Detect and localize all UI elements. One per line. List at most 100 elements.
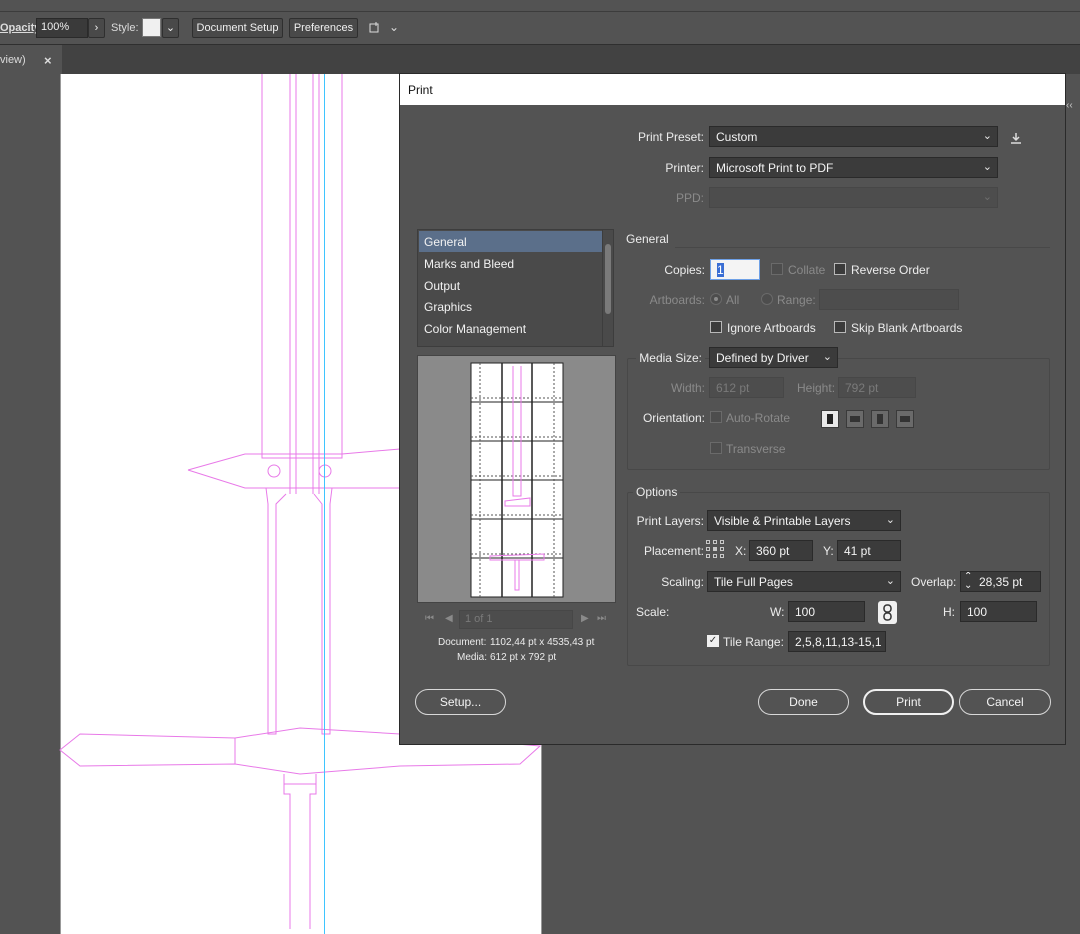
copies-input[interactable]: 1 [710, 259, 760, 280]
scale-h-label: H: [943, 605, 955, 619]
ppd-select: ⌄ [709, 187, 998, 208]
general-heading: General [626, 232, 669, 246]
overlap-value: 28,35 pt [979, 575, 1023, 589]
print-preset-select[interactable]: Custom ⌄ [709, 126, 998, 147]
print-layers-value: Visible & Printable Layers [714, 514, 851, 528]
print-layers-select[interactable]: Visible & Printable Layers ⌄ [707, 510, 901, 531]
guide-line [324, 74, 325, 934]
landscape-flipped-icon[interactable] [896, 410, 914, 428]
document-tab-label: view) [0, 54, 26, 66]
reverse-order-checkbox[interactable] [834, 263, 846, 275]
tile-range-label: Tile Range: [723, 635, 784, 649]
tab-close-icon[interactable]: × [44, 53, 52, 68]
printer-select[interactable]: Microsoft Print to PDF ⌄ [709, 157, 998, 178]
document-size-label: Document: [438, 637, 487, 648]
preview-navigation: ⏮ ◀ 1 of 1 ▶ ⏭ [417, 608, 616, 632]
reverse-order-label: Reverse Order [851, 263, 930, 277]
preferences-button[interactable]: Preferences [289, 18, 358, 38]
overlap-label: Overlap: [911, 575, 957, 589]
ppd-label: PPD: [675, 191, 704, 205]
overlap-input[interactable]: ⌃ ⌄ 28,35 pt [960, 571, 1041, 592]
constrain-proportions-link-icon[interactable] [878, 601, 897, 624]
arrange-icon[interactable] [368, 20, 384, 36]
media-size-select[interactable]: Defined by Driver ⌄ [709, 347, 838, 368]
collate-label: Collate [788, 263, 826, 277]
chevron-down-icon: ⌄ [885, 575, 895, 587]
control-bar: Opacity: 100% › Style: ⌄ Document Setup … [0, 0, 1080, 44]
media-size-label: Media Size: [636, 351, 705, 365]
print-preview[interactable] [417, 355, 616, 603]
arrange-chevron-icon[interactable]: ⌄ [389, 20, 399, 34]
chevron-down-icon: ⌄ [822, 351, 832, 363]
placement-y-input[interactable]: 41 pt [837, 540, 901, 561]
placement-grid-icon[interactable] [706, 540, 724, 558]
general-divider [675, 247, 1050, 248]
printer-value: Microsoft Print to PDF [716, 161, 834, 175]
style-label: Style: [111, 22, 139, 34]
setup-button[interactable]: Setup... [415, 689, 506, 715]
category-marks-and-bleed[interactable]: Marks and Bleed [419, 253, 602, 274]
print-dialog: Print Print Preset: Custom ⌄ Printer: Mic… [399, 73, 1066, 745]
previous-page-icon[interactable]: ◀ [445, 613, 453, 624]
ignore-artboards-label: Ignore Artboards [727, 321, 816, 335]
placement-label: Placement: [643, 544, 704, 558]
style-dropdown-chevron-icon[interactable]: ⌄ [162, 18, 179, 38]
scale-h-input[interactable]: 100 [960, 601, 1037, 622]
next-page-icon[interactable]: ▶ [581, 613, 589, 624]
category-list[interactable]: General Marks and Bleed Output Graphics … [417, 229, 614, 347]
collapse-panel-icon[interactable]: ‹‹ [1066, 100, 1080, 120]
transverse-checkbox [710, 442, 722, 454]
tile-range-checkbox[interactable]: ✓ [707, 635, 719, 647]
portrait-flipped-icon[interactable] [871, 410, 889, 428]
document-tab-bar: view) × [0, 44, 1080, 75]
artboards-range-label: Range: [777, 293, 816, 307]
opacity-expand-icon[interactable]: › [88, 18, 105, 38]
last-page-icon[interactable]: ⏭ [597, 613, 606, 624]
dialog-title-bar: Print [400, 74, 1065, 105]
collate-checkbox [771, 263, 783, 275]
preview-tiles [470, 362, 564, 598]
placement-x-input[interactable]: 360 pt [749, 540, 813, 561]
tile-range-input[interactable]: 2,5,8,11,13-15,1 [788, 631, 886, 652]
landscape-icon[interactable] [846, 410, 864, 428]
scale-w-input[interactable]: 100 [788, 601, 865, 622]
chevron-down-icon: ⌄ [885, 514, 895, 526]
cancel-button[interactable]: Cancel [959, 689, 1051, 715]
save-preset-icon[interactable] [1008, 130, 1024, 146]
print-button[interactable]: Print [863, 689, 954, 715]
width-input: 612 pt [709, 377, 784, 398]
portrait-icon[interactable] [821, 410, 839, 428]
artboards-range-input [819, 289, 959, 310]
width-label: Width: [670, 381, 705, 395]
document-tab[interactable]: view) × [0, 45, 62, 75]
dialog-title: Print [408, 83, 433, 97]
scaling-select[interactable]: Tile Full Pages ⌄ [707, 571, 901, 592]
artboards-label: Artboards: [649, 293, 705, 307]
done-button[interactable]: Done [758, 689, 849, 715]
scale-label: Scale: [636, 605, 670, 619]
category-color-management[interactable]: Color Management [419, 318, 602, 339]
opacity-input[interactable]: 100% [36, 18, 88, 38]
skip-blank-artboards-checkbox[interactable] [834, 321, 846, 333]
chevron-down-icon: ⌄ [982, 130, 992, 142]
category-graphics[interactable]: Graphics [419, 296, 602, 317]
category-general[interactable]: General [419, 231, 602, 252]
transverse-label: Transverse [726, 442, 786, 456]
orientation-label: Orientation: [642, 411, 705, 425]
document-setup-button[interactable]: Document Setup [192, 18, 283, 38]
menu-divider [0, 11, 1080, 12]
category-output[interactable]: Output [419, 275, 602, 296]
auto-rotate-label: Auto-Rotate [726, 411, 791, 425]
first-page-icon[interactable]: ⏮ [425, 613, 434, 624]
style-swatch[interactable] [142, 18, 161, 37]
ignore-artboards-checkbox[interactable] [710, 321, 722, 333]
scaling-value: Tile Full Pages [714, 575, 793, 589]
scrollbar-thumb[interactable] [605, 244, 611, 314]
stepper-icon[interactable]: ⌃ ⌄ [964, 572, 972, 591]
scaling-label: Scaling: [661, 575, 704, 589]
print-preset-label: Print Preset: [637, 130, 704, 144]
category-scrollbar[interactable] [602, 230, 613, 346]
document-size-value: 1102,44 pt x 4535,43 pt [490, 637, 595, 648]
copies-value: 1 [717, 263, 724, 277]
media-size-value: Defined by Driver [716, 351, 809, 365]
